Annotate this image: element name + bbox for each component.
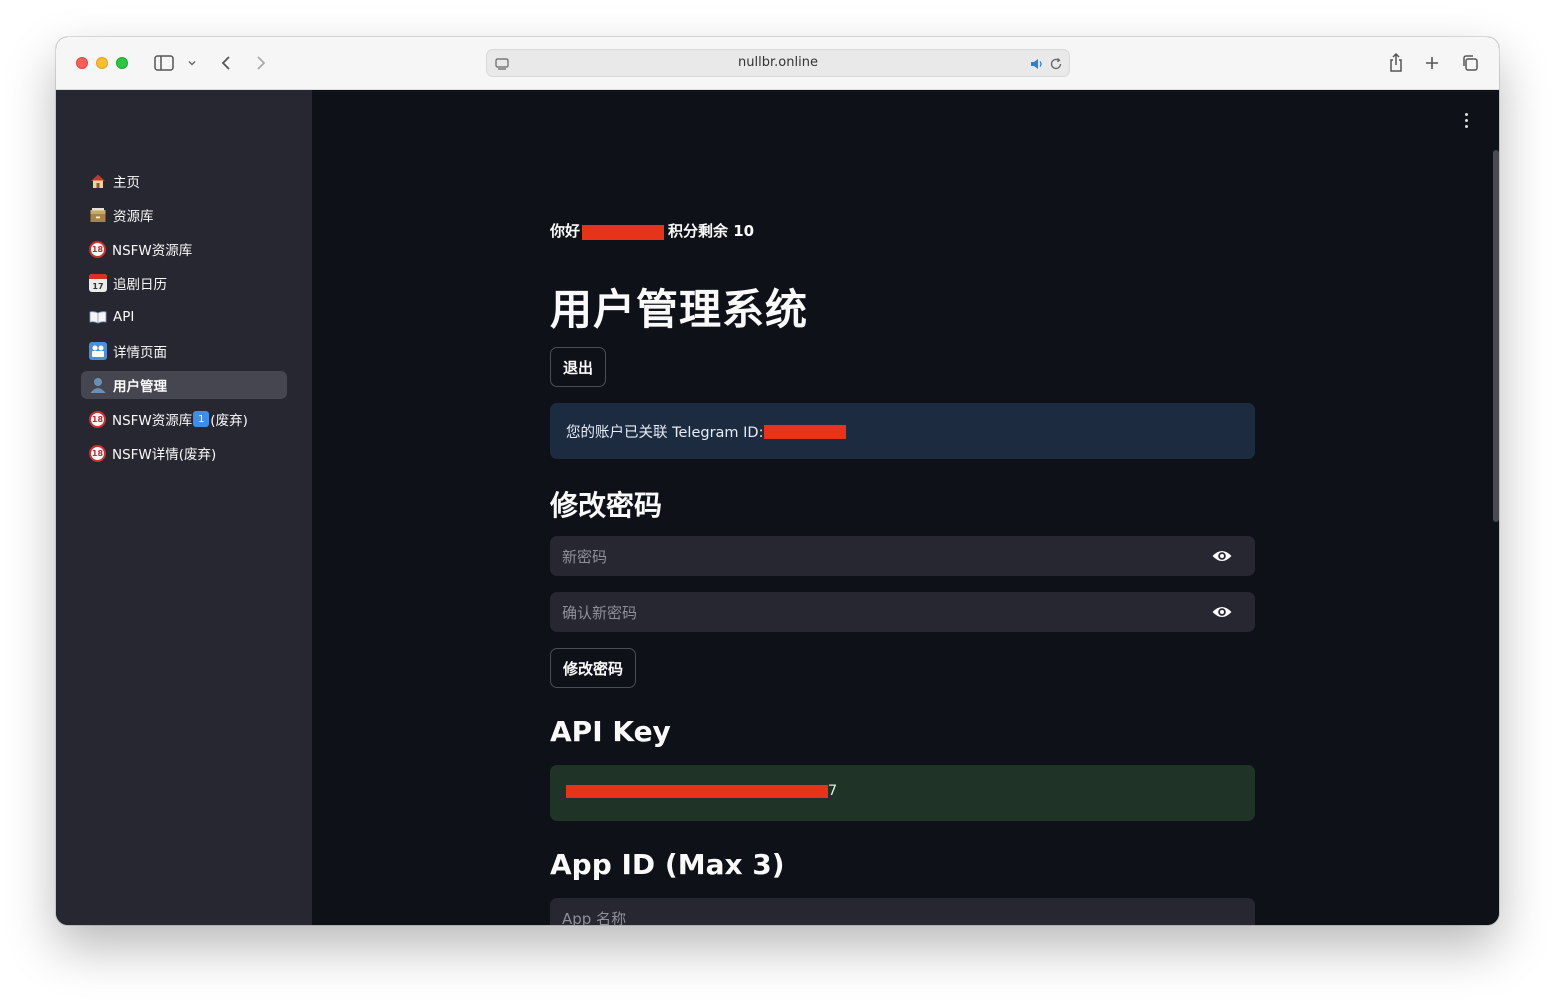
- reload-icon[interactable]: [1049, 56, 1063, 75]
- url-text: nullbr.online: [738, 55, 818, 70]
- sidebar-item-details[interactable]: 详情页面: [81, 337, 287, 365]
- sidebar-item-label: 详情页面: [113, 345, 167, 361]
- sidebar: 主页 资源库 18 NSFW资源库 17 追剧日历 API 详情页面 用户管理 …: [56, 90, 312, 925]
- sidebar-item-label: API: [113, 309, 135, 325]
- sidebar-item-nsfw-details-deprecated[interactable]: 18 NSFW详情(废弃): [81, 439, 287, 467]
- no-one-under-18-icon: 18: [89, 410, 106, 428]
- redacted-username: [582, 224, 665, 240]
- open-book-icon: [89, 308, 107, 326]
- telegram-info-box: 您的账户已关联 Telegram ID:: [550, 403, 1255, 459]
- sidebar-item-suffix: (废弃): [210, 413, 248, 429]
- more-options-icon[interactable]: [1461, 110, 1473, 130]
- app-id-heading: App ID (Max 3): [550, 848, 785, 881]
- redacted-api-key: 7: [566, 783, 837, 802]
- speaker-icon[interactable]: [1029, 56, 1045, 75]
- address-bar[interactable]: nullbr.online: [486, 49, 1070, 77]
- new-tab-icon[interactable]: [1422, 52, 1442, 74]
- main-content: 你好 积分剩余 10 用户管理系统 退出 您的账户已关联 Telegram ID…: [312, 90, 1499, 925]
- house-icon: [89, 172, 107, 190]
- sidebar-item-label: 追剧日历: [113, 277, 167, 293]
- sidebar-item-label: NSFW资源库: [112, 413, 193, 429]
- eye-icon[interactable]: [1211, 547, 1233, 565]
- logout-button[interactable]: 退出: [550, 347, 607, 387]
- sidebar-item-library[interactable]: 资源库: [81, 201, 287, 229]
- minimize-window-button[interactable]: [96, 57, 108, 69]
- sidebar-item-home[interactable]: 主页: [81, 167, 287, 195]
- no-one-under-18-icon: 18: [89, 444, 106, 462]
- sidebar-item-label: NSFW详情(废弃): [112, 447, 217, 463]
- app-name-input[interactable]: App 名称: [550, 898, 1255, 925]
- scrollbar[interactable]: [1493, 150, 1499, 522]
- sidebar-item-nsfw-library[interactable]: 18 NSFW资源库: [81, 235, 287, 263]
- change-password-heading: 修改密码: [550, 489, 663, 522]
- browser-window: nullbr.online 主页 资源库 18 NSFW资源库 17 追剧日历 …: [56, 37, 1499, 925]
- bust-in-silhouette-icon: [89, 376, 107, 394]
- zoom-window-button[interactable]: [116, 57, 128, 69]
- film-frames-icon: [89, 342, 107, 360]
- forward-icon[interactable]: [251, 52, 271, 74]
- chevron-down-icon[interactable]: [185, 52, 199, 74]
- calendar-icon: 17: [89, 274, 107, 292]
- confirm-password-input[interactable]: 确认新密码: [550, 592, 1255, 632]
- page-title: 用户管理系统: [550, 285, 809, 334]
- share-icon[interactable]: [1386, 52, 1406, 74]
- greeting-text: 你好 积分剩余 10: [550, 222, 755, 240]
- sidebar-item-calendar[interactable]: 17 追剧日历: [81, 269, 287, 297]
- sidebar-toggle-icon[interactable]: [152, 52, 176, 74]
- change-password-button[interactable]: 修改密码: [550, 648, 637, 688]
- sidebar-item-user-management[interactable]: 用户管理: [81, 371, 287, 399]
- tab-overview-icon[interactable]: [1460, 52, 1480, 74]
- back-icon[interactable]: [216, 52, 236, 74]
- new-password-input[interactable]: 新密码: [550, 536, 1255, 576]
- sidebar-item-label: NSFW资源库: [112, 243, 193, 259]
- close-window-button[interactable]: [76, 57, 88, 69]
- redacted-telegram-id: [764, 425, 847, 439]
- no-one-under-18-icon: 18: [89, 240, 106, 258]
- api-key-heading: API Key: [550, 715, 671, 748]
- sidebar-item-api[interactable]: API: [81, 303, 287, 331]
- eye-icon[interactable]: [1211, 603, 1233, 621]
- api-key-box: 7: [550, 765, 1255, 821]
- browser-titlebar: nullbr.online: [56, 37, 1499, 90]
- keycap-one-icon: 1: [193, 411, 210, 427]
- sidebar-item-label: 资源库: [113, 209, 154, 225]
- card-file-box-icon: [89, 206, 107, 224]
- sidebar-item-label: 主页: [113, 175, 140, 191]
- sidebar-item-label: 用户管理: [113, 379, 167, 395]
- sidebar-item-nsfw-library-deprecated[interactable]: 18 NSFW资源库 1 (废弃): [81, 405, 287, 433]
